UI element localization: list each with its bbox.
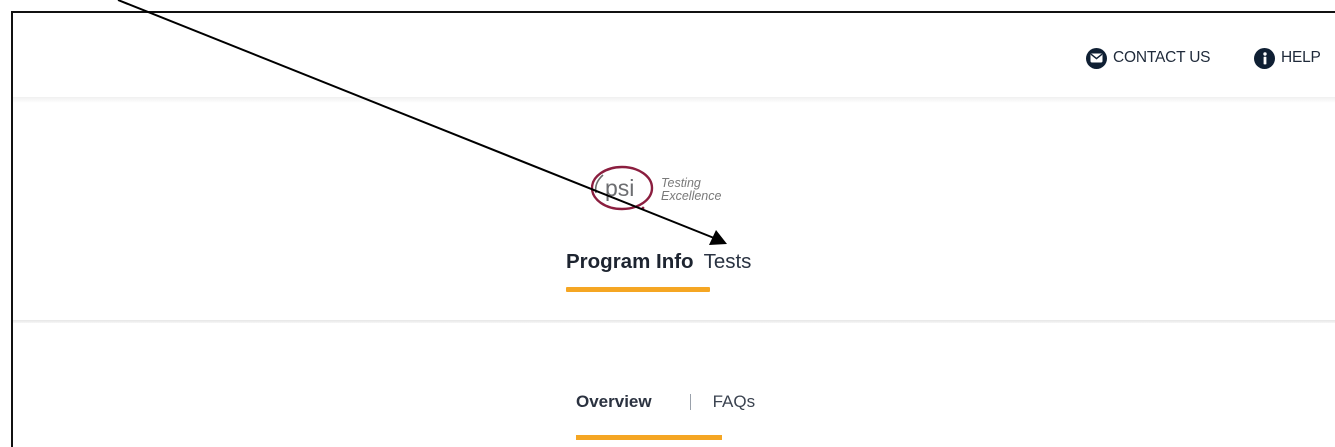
envelope-icon (1086, 47, 1107, 69)
subtab-separator (689, 394, 691, 410)
section-divider (13, 320, 1335, 323)
subtab-faqs[interactable]: FAQs (713, 392, 756, 412)
subtab-overview[interactable]: Overview (576, 392, 722, 440)
browser-viewport: CONTACT US HELP psi Testing Excellence P… (11, 11, 1335, 447)
contact-us-link[interactable]: CONTACT US (1086, 47, 1211, 69)
tab-tests[interactable]: Tests (704, 250, 752, 274)
contact-us-label: CONTACT US (1113, 49, 1211, 66)
psi-logo-graphic: psi Testing Excellence (590, 165, 721, 211)
info-icon (1254, 47, 1275, 69)
main-tabs: Program Info Tests (566, 250, 752, 292)
tab-tests-label: Tests (703, 250, 752, 273)
tab-program-info-label: Program Info (566, 250, 694, 273)
tab-program-info[interactable]: Program Info (566, 250, 710, 292)
logo-tagline-line2: Excellence (661, 189, 721, 203)
tab-program-info-underline (566, 287, 710, 292)
screenshot-frame: CONTACT US HELP psi Testing Excellence P… (0, 0, 1335, 447)
subtab-faqs-label: FAQs (712, 392, 756, 411)
utility-bar: CONTACT US HELP (13, 13, 1335, 97)
subtab-overview-underline (576, 435, 722, 440)
header-divider (13, 97, 1335, 103)
psi-logo-mark: psi (605, 175, 634, 201)
sub-tabs: Overview FAQs (576, 392, 756, 440)
psi-logo[interactable]: psi Testing Excellence (590, 163, 761, 215)
help-link[interactable]: HELP (1254, 47, 1321, 69)
logo-tagline-line1: Testing (661, 176, 701, 190)
help-label: HELP (1281, 49, 1321, 66)
subtab-overview-label: Overview (576, 392, 652, 411)
